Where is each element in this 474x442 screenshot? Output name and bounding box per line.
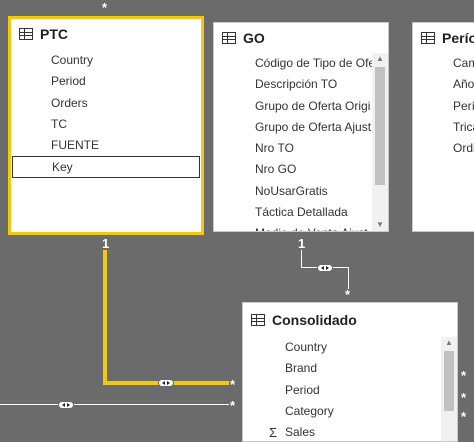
- field-item[interactable]: Country: [11, 50, 201, 71]
- field-item[interactable]: Grupo de Oferta Origi: [214, 96, 372, 117]
- cardinality-many-label: *: [461, 390, 467, 405]
- relationship-line-go-consolidado[interactable]: [301, 250, 302, 268]
- table-icon: [19, 28, 33, 40]
- table-title: Períod: [442, 30, 474, 46]
- table-header[interactable]: GO: [214, 23, 388, 53]
- table-icon: [251, 314, 265, 326]
- field-item[interactable]: Grupo de Oferta Ajust: [214, 117, 372, 138]
- cardinality-many-label: *: [230, 377, 236, 392]
- bidirectional-filter-icon: [58, 401, 74, 409]
- field-item[interactable]: Cam: [413, 53, 474, 74]
- table-header[interactable]: Consolidado: [243, 303, 457, 337]
- field-item[interactable]: FUENTE: [11, 135, 201, 156]
- scroll-down-arrow-icon[interactable]: ▼: [372, 219, 388, 231]
- table-card-periodo[interactable]: Períod Cam Año Perí Trica Ordi: [412, 22, 474, 232]
- field-item[interactable]: Medio de Venta Ajust: [214, 223, 372, 231]
- table-card-consolidado[interactable]: Consolidado Country Brand Period Categor…: [242, 302, 458, 442]
- table-icon: [421, 32, 435, 44]
- cardinality-one-label: 1: [102, 236, 110, 251]
- field-item[interactable]: Táctica Detallada: [214, 202, 372, 223]
- cardinality-many-label: *: [461, 409, 467, 424]
- field-item[interactable]: Código de Tipo de Ofe: [214, 53, 372, 74]
- field-item[interactable]: Nro TO: [214, 138, 372, 159]
- field-item[interactable]: Ordi: [413, 138, 474, 159]
- cardinality-many-label: *: [102, 0, 108, 15]
- field-item-label: Sales: [285, 425, 316, 440]
- cardinality-one-label: 1: [298, 236, 306, 251]
- cardinality-many-label: *: [230, 398, 236, 413]
- relationship-line-left-consolidado[interactable]: [0, 404, 229, 405]
- scrollbar-thumb[interactable]: [375, 67, 385, 185]
- scroll-up-arrow-icon[interactable]: ▲: [372, 53, 388, 65]
- field-item[interactable]: Nro GO: [214, 159, 372, 180]
- field-item[interactable]: Año: [413, 74, 474, 95]
- relationship-line-ptc-consolidado[interactable]: [103, 250, 107, 384]
- relationship-line-go-consolidado-down[interactable]: [348, 267, 349, 289]
- bidirectional-filter-icon: [158, 379, 174, 387]
- field-item[interactable]: NoUsarGratis: [214, 181, 372, 202]
- bidirectional-filter-icon: [317, 264, 333, 272]
- field-item[interactable]: Country: [243, 337, 441, 358]
- table-header[interactable]: PTC: [11, 19, 201, 49]
- scroll-up-arrow-icon[interactable]: ▲: [441, 337, 457, 349]
- scrollbar-thumb[interactable]: [444, 351, 454, 411]
- table-title: GO: [243, 30, 265, 46]
- field-item[interactable]: Orders: [11, 93, 201, 114]
- field-item[interactable]: Category: [243, 401, 441, 422]
- table-card-go[interactable]: GO Código de Tipo de Ofe Descripción TO …: [213, 22, 389, 232]
- table-title: PTC: [40, 26, 68, 42]
- field-item[interactable]: Brand: [243, 358, 441, 379]
- field-item[interactable]: Descripción TO: [214, 74, 372, 95]
- field-item[interactable]: Σ Sales: [243, 422, 441, 441]
- field-item[interactable]: Period: [11, 71, 201, 92]
- field-item[interactable]: TC: [11, 114, 201, 135]
- field-item[interactable]: Trica: [413, 117, 474, 138]
- field-item-selected[interactable]: Key: [12, 156, 200, 178]
- table-title: Consolidado: [272, 312, 357, 328]
- table-header[interactable]: Períod: [413, 23, 474, 53]
- field-item[interactable]: Perí: [413, 96, 474, 117]
- scrollbar[interactable]: ▲ ▼: [372, 53, 388, 231]
- scrollbar[interactable]: ▲: [441, 337, 457, 441]
- cardinality-many-label: *: [461, 368, 467, 383]
- field-item[interactable]: Period: [243, 380, 441, 401]
- cardinality-many-label: *: [345, 287, 351, 302]
- sigma-icon: Σ: [269, 425, 278, 441]
- table-icon: [222, 32, 236, 44]
- table-card-ptc[interactable]: PTC Country Period Orders TC FUENTE Key: [8, 16, 204, 235]
